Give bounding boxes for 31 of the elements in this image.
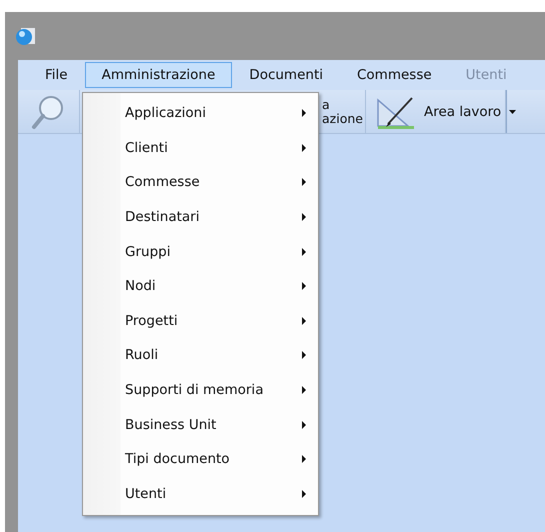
- menu-item[interactable]: File: [28, 62, 85, 88]
- dropdown-menu-item[interactable]: Utenti: [83, 476, 318, 512]
- submenu-arrow-icon: [302, 248, 306, 256]
- dropdown-menu-item[interactable]: Ruoli: [83, 338, 318, 373]
- menu-item[interactable]: Amministrazione: [84, 62, 232, 88]
- dropdown-menu-item[interactable]: Gruppi: [83, 234, 318, 269]
- workspace-button[interactable]: Area lavoro: [366, 90, 506, 133]
- submenu-arrow-icon: [302, 351, 306, 360]
- submenu-arrow-icon: [302, 109, 306, 118]
- dropdown-menu-item[interactable]: Nodi: [83, 268, 318, 304]
- submenu-arrow-icon: [302, 144, 306, 152]
- submenu-arrow-icon: [302, 455, 306, 464]
- dropdown-menu-item[interactable]: Business Unit: [83, 407, 318, 442]
- caret-icon: [509, 110, 516, 114]
- dropdown-menu-item[interactable]: Tipi documento: [83, 442, 318, 477]
- dropdown-menu-item[interactable]: Supporti di memoria: [83, 372, 318, 408]
- menu-item[interactable]: Documenti: [232, 62, 340, 88]
- submenu-arrow-icon: [302, 386, 306, 394]
- submenu-arrow-icon: [302, 490, 306, 498]
- dropdown-button[interactable]: [506, 90, 518, 133]
- dropdown-menu-item[interactable]: Commesse: [83, 165, 318, 200]
- submenu-arrow-icon: [302, 420, 306, 429]
- dropdown-menu-item[interactable]: Progetti: [83, 304, 318, 338]
- submenu-arrow-icon: [302, 316, 306, 325]
- app-icon: [15, 25, 37, 47]
- dropdown-menu-item[interactable]: Clienti: [83, 130, 318, 166]
- menu-item[interactable]: Commesse: [340, 62, 449, 88]
- dropdown-menu-item[interactable]: Destinatari: [83, 200, 318, 234]
- submenu-arrow-icon: [302, 178, 306, 186]
- submenu-arrow-icon: [302, 213, 306, 222]
- submenu-arrow-icon: [302, 282, 306, 290]
